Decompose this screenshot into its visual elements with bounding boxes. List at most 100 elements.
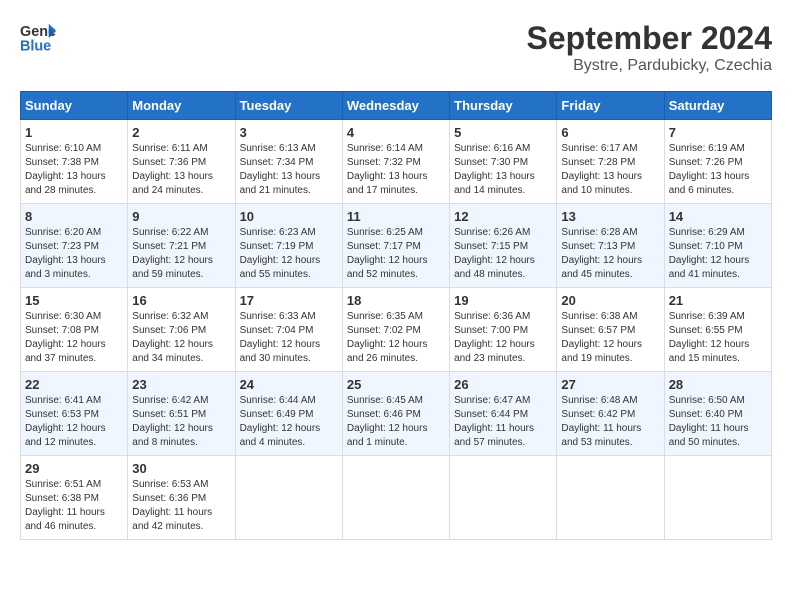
calendar-title: September 2024 xyxy=(527,20,772,57)
sunrise-text: Sunrise: 6:20 AM xyxy=(25,227,101,238)
daylight-text: Daylight: 12 hours and 4 minutes. xyxy=(240,423,321,448)
sunrise-text: Sunrise: 6:36 AM xyxy=(454,311,530,322)
sunset-text: Sunset: 7:08 PM xyxy=(25,325,99,336)
calendar-cell: 17 Sunrise: 6:33 AM Sunset: 7:04 PM Dayl… xyxy=(235,288,342,372)
daylight-text: Daylight: 12 hours and 30 minutes. xyxy=(240,339,321,364)
daylight-text: Daylight: 13 hours and 24 minutes. xyxy=(132,171,213,196)
calendar-cell: 5 Sunrise: 6:16 AM Sunset: 7:30 PM Dayli… xyxy=(450,120,557,204)
daylight-text: Daylight: 13 hours and 6 minutes. xyxy=(669,171,750,196)
day-number: 13 xyxy=(561,209,659,224)
day-number: 3 xyxy=(240,125,338,140)
cell-content: Sunrise: 6:30 AM Sunset: 7:08 PM Dayligh… xyxy=(25,310,123,366)
sunset-text: Sunset: 7:21 PM xyxy=(132,241,206,252)
cell-content: Sunrise: 6:20 AM Sunset: 7:23 PM Dayligh… xyxy=(25,226,123,282)
cell-content: Sunrise: 6:17 AM Sunset: 7:28 PM Dayligh… xyxy=(561,142,659,198)
weekday-header-row: SundayMondayTuesdayWednesdayThursdayFrid… xyxy=(21,92,772,120)
day-number: 12 xyxy=(454,209,552,224)
sunrise-text: Sunrise: 6:53 AM xyxy=(132,479,208,490)
day-number: 27 xyxy=(561,377,659,392)
calendar-cell: 16 Sunrise: 6:32 AM Sunset: 7:06 PM Dayl… xyxy=(128,288,235,372)
cell-content: Sunrise: 6:28 AM Sunset: 7:13 PM Dayligh… xyxy=(561,226,659,282)
day-number: 25 xyxy=(347,377,445,392)
weekday-header-cell: Wednesday xyxy=(342,92,449,120)
daylight-text: Daylight: 12 hours and 41 minutes. xyxy=(669,255,750,280)
sunset-text: Sunset: 6:46 PM xyxy=(347,409,421,420)
cell-content: Sunrise: 6:16 AM Sunset: 7:30 PM Dayligh… xyxy=(454,142,552,198)
calendar-cell: 9 Sunrise: 6:22 AM Sunset: 7:21 PM Dayli… xyxy=(128,204,235,288)
daylight-text: Daylight: 12 hours and 23 minutes. xyxy=(454,339,535,364)
calendar-cell: 18 Sunrise: 6:35 AM Sunset: 7:02 PM Dayl… xyxy=(342,288,449,372)
daylight-text: Daylight: 12 hours and 52 minutes. xyxy=(347,255,428,280)
sunset-text: Sunset: 6:49 PM xyxy=(240,409,314,420)
calendar-cell xyxy=(450,456,557,540)
daylight-text: Daylight: 12 hours and 48 minutes. xyxy=(454,255,535,280)
sunrise-text: Sunrise: 6:32 AM xyxy=(132,311,208,322)
calendar-cell: 26 Sunrise: 6:47 AM Sunset: 6:44 PM Dayl… xyxy=(450,372,557,456)
cell-content: Sunrise: 6:53 AM Sunset: 6:36 PM Dayligh… xyxy=(132,478,230,534)
day-number: 6 xyxy=(561,125,659,140)
sunset-text: Sunset: 7:04 PM xyxy=(240,325,314,336)
daylight-text: Daylight: 12 hours and 19 minutes. xyxy=(561,339,642,364)
sunset-text: Sunset: 7:15 PM xyxy=(454,241,528,252)
calendar-cell: 8 Sunrise: 6:20 AM Sunset: 7:23 PM Dayli… xyxy=(21,204,128,288)
daylight-text: Daylight: 12 hours and 12 minutes. xyxy=(25,423,106,448)
cell-content: Sunrise: 6:44 AM Sunset: 6:49 PM Dayligh… xyxy=(240,394,338,450)
sunset-text: Sunset: 7:38 PM xyxy=(25,157,99,168)
day-number: 17 xyxy=(240,293,338,308)
sunrise-text: Sunrise: 6:28 AM xyxy=(561,227,637,238)
cell-content: Sunrise: 6:14 AM Sunset: 7:32 PM Dayligh… xyxy=(347,142,445,198)
sunset-text: Sunset: 6:57 PM xyxy=(561,325,635,336)
daylight-text: Daylight: 11 hours and 57 minutes. xyxy=(454,423,534,448)
day-number: 16 xyxy=(132,293,230,308)
weekday-header-cell: Thursday xyxy=(450,92,557,120)
cell-content: Sunrise: 6:38 AM Sunset: 6:57 PM Dayligh… xyxy=(561,310,659,366)
day-number: 2 xyxy=(132,125,230,140)
cell-content: Sunrise: 6:35 AM Sunset: 7:02 PM Dayligh… xyxy=(347,310,445,366)
calendar-cell: 20 Sunrise: 6:38 AM Sunset: 6:57 PM Dayl… xyxy=(557,288,664,372)
cell-content: Sunrise: 6:26 AM Sunset: 7:15 PM Dayligh… xyxy=(454,226,552,282)
cell-content: Sunrise: 6:29 AM Sunset: 7:10 PM Dayligh… xyxy=(669,226,767,282)
page-header: General Blue September 2024 Bystre, Pard… xyxy=(20,20,772,75)
calendar-week-row: 15 Sunrise: 6:30 AM Sunset: 7:08 PM Dayl… xyxy=(21,288,772,372)
daylight-text: Daylight: 13 hours and 3 minutes. xyxy=(25,255,106,280)
calendar-cell: 19 Sunrise: 6:36 AM Sunset: 7:00 PM Dayl… xyxy=(450,288,557,372)
day-number: 28 xyxy=(669,377,767,392)
cell-content: Sunrise: 6:36 AM Sunset: 7:00 PM Dayligh… xyxy=(454,310,552,366)
cell-content: Sunrise: 6:23 AM Sunset: 7:19 PM Dayligh… xyxy=(240,226,338,282)
sunrise-text: Sunrise: 6:17 AM xyxy=(561,143,637,154)
daylight-text: Daylight: 12 hours and 37 minutes. xyxy=(25,339,106,364)
cell-content: Sunrise: 6:51 AM Sunset: 6:38 PM Dayligh… xyxy=(25,478,123,534)
sunrise-text: Sunrise: 6:48 AM xyxy=(561,395,637,406)
calendar-cell: 21 Sunrise: 6:39 AM Sunset: 6:55 PM Dayl… xyxy=(664,288,771,372)
sunrise-text: Sunrise: 6:25 AM xyxy=(347,227,423,238)
sunset-text: Sunset: 6:44 PM xyxy=(454,409,528,420)
cell-content: Sunrise: 6:41 AM Sunset: 6:53 PM Dayligh… xyxy=(25,394,123,450)
day-number: 29 xyxy=(25,461,123,476)
cell-content: Sunrise: 6:50 AM Sunset: 6:40 PM Dayligh… xyxy=(669,394,767,450)
sunrise-text: Sunrise: 6:10 AM xyxy=(25,143,101,154)
sunrise-text: Sunrise: 6:33 AM xyxy=(240,311,316,322)
sunrise-text: Sunrise: 6:41 AM xyxy=(25,395,101,406)
calendar-subtitle: Bystre, Pardubicky, Czechia xyxy=(527,57,772,75)
cell-content: Sunrise: 6:11 AM Sunset: 7:36 PM Dayligh… xyxy=(132,142,230,198)
calendar-cell: 30 Sunrise: 6:53 AM Sunset: 6:36 PM Dayl… xyxy=(128,456,235,540)
sunrise-text: Sunrise: 6:22 AM xyxy=(132,227,208,238)
calendar-cell: 3 Sunrise: 6:13 AM Sunset: 7:34 PM Dayli… xyxy=(235,120,342,204)
sunset-text: Sunset: 6:36 PM xyxy=(132,493,206,504)
calendar-cell: 11 Sunrise: 6:25 AM Sunset: 7:17 PM Dayl… xyxy=(342,204,449,288)
calendar-body: 1 Sunrise: 6:10 AM Sunset: 7:38 PM Dayli… xyxy=(21,120,772,540)
sunset-text: Sunset: 7:30 PM xyxy=(454,157,528,168)
sunrise-text: Sunrise: 6:42 AM xyxy=(132,395,208,406)
daylight-text: Daylight: 12 hours and 59 minutes. xyxy=(132,255,213,280)
day-number: 21 xyxy=(669,293,767,308)
day-number: 26 xyxy=(454,377,552,392)
sunrise-text: Sunrise: 6:45 AM xyxy=(347,395,423,406)
sunrise-text: Sunrise: 6:35 AM xyxy=(347,311,423,322)
daylight-text: Daylight: 12 hours and 55 minutes. xyxy=(240,255,321,280)
weekday-header-cell: Sunday xyxy=(21,92,128,120)
calendar-cell xyxy=(664,456,771,540)
day-number: 11 xyxy=(347,209,445,224)
calendar-cell: 24 Sunrise: 6:44 AM Sunset: 6:49 PM Dayl… xyxy=(235,372,342,456)
sunset-text: Sunset: 7:10 PM xyxy=(669,241,743,252)
calendar-week-row: 8 Sunrise: 6:20 AM Sunset: 7:23 PM Dayli… xyxy=(21,204,772,288)
